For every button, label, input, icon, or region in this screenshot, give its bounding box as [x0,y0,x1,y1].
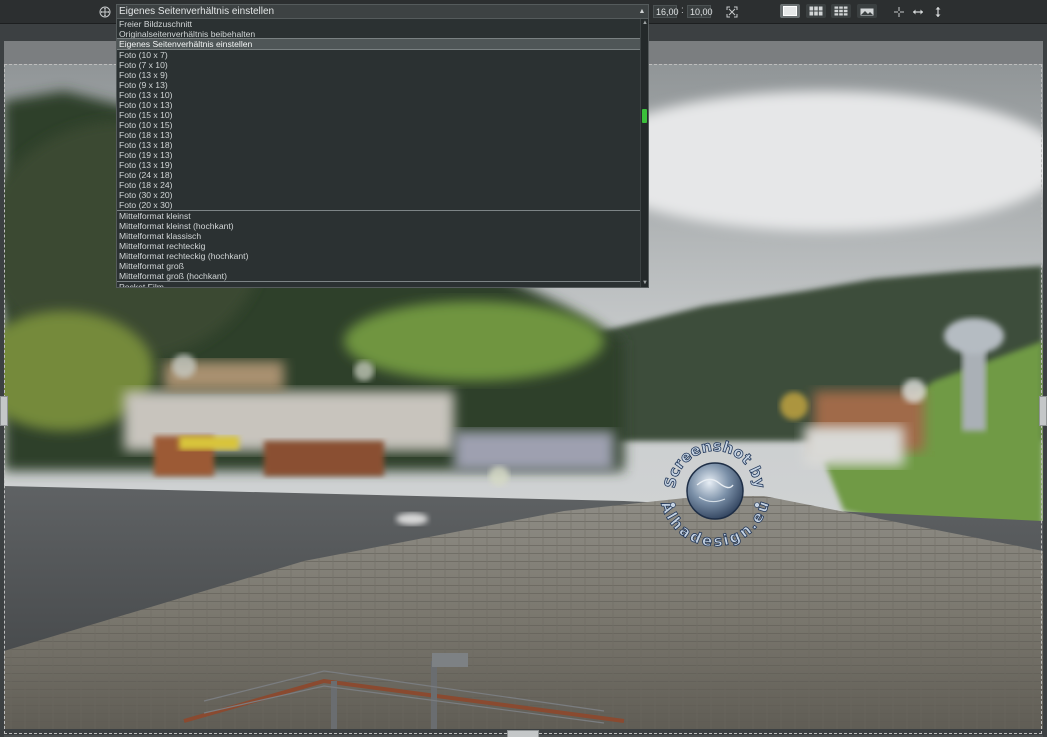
dropdown-option[interactable]: Foto (19 x 13) [117,150,641,160]
image-view-icon[interactable] [857,4,877,18]
scroll-thumb[interactable] [642,109,647,123]
dropdown-option[interactable]: Foto (10 x 7) [117,50,641,60]
aspect-ratio-select-value: Eigenes Seitenverhältnis einstellen [119,6,275,17]
ratio-separator: : [681,5,684,16]
dropdown-option[interactable]: Mittelformat kleinst (hochkant) [117,221,641,231]
crop-handle-right[interactable] [1039,396,1047,426]
scroll-down-icon[interactable]: ▼ [641,279,648,287]
dropdown-option[interactable]: Foto (18 x 24) [117,180,641,190]
dropdown-option[interactable]: Foto (9 x 13) [117,80,641,90]
dropdown-option[interactable]: Mittelformat rechteckig (hochkant) [117,251,641,261]
watermark-stamp: Screenshot by Alhadesign.eu [657,435,774,550]
dropdown-option[interactable]: Foto (13 x 18) [117,140,641,150]
center-icon[interactable] [891,4,907,19]
dropdown-option[interactable]: Foto (13 x 19) [117,160,641,170]
dropdown-option[interactable]: Pocket Film [117,282,641,287]
ratio-height-field[interactable]: 10,00 [687,5,713,18]
dropdown-option[interactable]: Foto (10 x 15) [117,120,641,130]
dropdown-option[interactable]: Mittelformat rechteckig [117,241,641,251]
dropdown-option[interactable]: Foto (24 x 18) [117,170,641,180]
scroll-up-icon[interactable]: ▲ [641,19,648,27]
aspect-ratio-options: Freier Bildzuschnitt Originalseitenverhäl… [117,19,642,287]
compare-view-icon[interactable] [831,4,851,18]
dropdown-option[interactable]: Foto (13 x 10) [117,90,641,100]
dropdown-option[interactable]: Foto (20 x 30) [117,200,641,210]
dropdown-option[interactable]: Foto (10 x 13) [117,100,641,110]
dropdown-option[interactable]: Freier Bildzuschnitt [117,19,641,29]
dropdown-option[interactable]: Foto (18 x 13) [117,130,641,140]
dropdown-option[interactable]: Foto (30 x 20) [117,190,641,200]
aspect-ratio-dropdown-list[interactable]: Freier Bildzuschnitt Originalseitenverhäl… [116,18,649,288]
split-view-icon[interactable] [806,4,826,18]
dropdown-option[interactable]: Mittelformat groß (hochkant) [117,271,641,281]
flip-vertical-icon[interactable] [930,4,946,19]
dropdown-option[interactable]: Foto (7 x 10) [117,60,641,70]
ratio-width-field[interactable]: 16,00 [653,5,679,18]
crop-handle-bottom[interactable] [507,730,539,737]
flip-horizontal-icon[interactable] [910,4,926,19]
dropdown-option[interactable]: Eigenes Seitenverhältnis einstellen [117,38,642,50]
crop-handle-left[interactable] [0,396,8,426]
chevron-down-icon[interactable]: ▲ [638,5,646,18]
dropdown-scrollbar[interactable]: ▲ ▼ [640,19,648,287]
dropdown-option[interactable]: Originalseitenverhältnis beibehalten [117,29,641,39]
fit-icon[interactable] [724,4,740,19]
single-view-icon[interactable] [780,4,800,18]
dropdown-option[interactable]: Foto (15 x 10) [117,110,641,120]
dropdown-option[interactable]: Foto (13 x 9) [117,70,641,80]
dropdown-option[interactable]: Mittelformat groß [117,261,641,271]
aspect-ratio-select[interactable]: Eigenes Seitenverhältnis einstellen ▲ [116,4,649,19]
dropdown-option[interactable]: Mittelformat klassisch [117,231,641,241]
move-icon[interactable] [97,4,113,19]
dropdown-option[interactable]: Mittelformat kleinst [117,211,641,221]
